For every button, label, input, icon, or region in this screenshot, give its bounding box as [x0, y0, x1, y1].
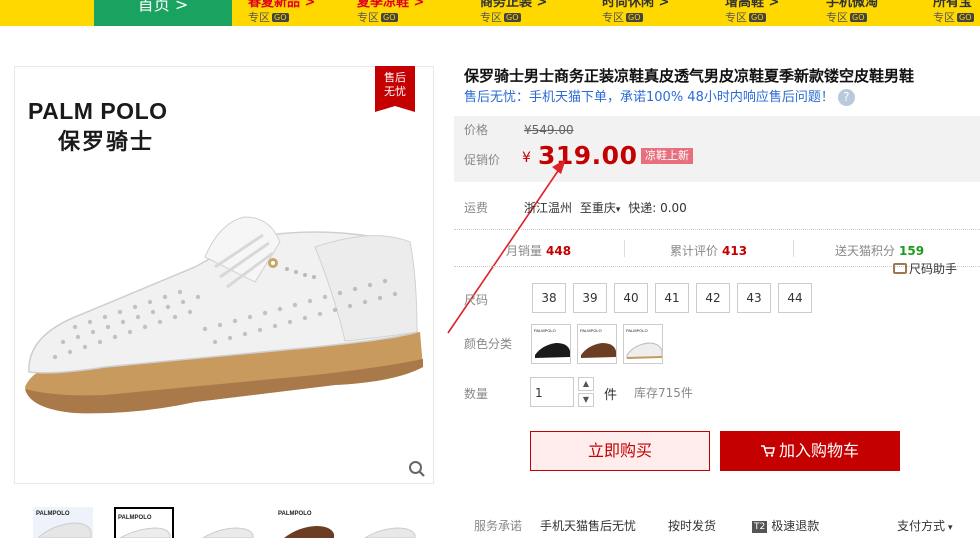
nav-category-mobile[interactable]: 手机微淘 专区 GO [826, 0, 946, 25]
nav-category-business-formal[interactable]: 商务正装 > 专区 GO [480, 0, 600, 25]
add-to-cart-button[interactable]: 加入购物车 [720, 431, 900, 471]
color-label: 颜色分类 [464, 337, 513, 351]
svg-text:PALMPOLO: PALMPOLO [278, 511, 312, 517]
size-label: 尺码 [464, 293, 489, 307]
nav-category-spring-new[interactable]: 春夏新品 > 专区 GO [248, 0, 368, 25]
top-nav-bar: 首页 > 春夏新品 > 专区 GO 夏季凉鞋 > 专区 GO 商务正装 > 专区 GO… [0, 0, 980, 26]
size-option-43[interactable]: 43 [737, 283, 771, 313]
cart-icon [760, 445, 775, 457]
color-option-black[interactable]: PALMPOLO [531, 324, 571, 364]
promise-item[interactable]: 按时发货 [668, 517, 716, 534]
go-badge: GO [272, 13, 289, 22]
go-badge: GO [749, 13, 766, 22]
nav-category-all[interactable]: 所有宝 专区 GO [933, 0, 980, 25]
promise-item[interactable]: 手机天猫售后无忧 [540, 517, 636, 534]
color-option-brown[interactable]: PALMPOLO [577, 324, 617, 364]
divider [624, 240, 625, 257]
nav-category-summer-sandals[interactable]: 夏季凉鞋 > 专区 GO [357, 0, 477, 25]
review-count[interactable]: 累计评价 413 [670, 242, 747, 259]
zoom-icon[interactable] [408, 460, 426, 481]
size-option-44[interactable]: 44 [778, 283, 812, 313]
promise-item[interactable]: T2 极速退款 [752, 517, 819, 534]
tmall-points: 送天猫积分 159 [835, 244, 925, 258]
size-helper-link[interactable]: 尺码助手 [893, 260, 957, 277]
quantity-label: 数量 [464, 387, 489, 401]
thumbnail-5[interactable] [357, 507, 417, 538]
help-icon[interactable]: ? [837, 89, 855, 106]
nav-category-title: 春夏新品 > [248, 0, 316, 10]
thumbnail-3[interactable] [195, 507, 255, 538]
shipping-info: 浙江温州 至重庆▾ 快递: 0.00 [524, 201, 687, 215]
after-sales-badge: 售后 无忧 [375, 66, 415, 112]
product-title: 保罗骑士男士商务正装凉鞋真皮透气男皮凉鞋夏季新款镂空皮鞋男鞋 [464, 67, 915, 85]
go-badge: GO [957, 13, 974, 22]
brand-logo-cn: 保罗骑士 [58, 130, 155, 155]
quantity-decrease-button[interactable]: ▼ [578, 393, 594, 407]
svg-text:PALMPOLO: PALMPOLO [36, 511, 70, 517]
size-option-39[interactable]: 39 [573, 283, 607, 313]
chevron-down-icon: ▾ [948, 523, 953, 533]
svg-text:PALMPOLO: PALMPOLO [626, 328, 648, 333]
size-option-41[interactable]: 41 [655, 283, 689, 313]
go-badge: GO [626, 13, 643, 22]
chevron-down-icon: ▾ [615, 205, 621, 215]
orig-price-label: 价格 [464, 123, 489, 137]
buy-now-button[interactable]: 立即购买 [530, 431, 710, 471]
nav-category-casual[interactable]: 时尚休闲 > 专区 GO [602, 0, 722, 25]
promo-tag: 凉鞋上新 [641, 148, 693, 164]
thumbnail-4[interactable]: PALMPOLO [276, 507, 336, 538]
promise-label: 服务承诺 [474, 519, 523, 533]
product-subtitle: 售后无忧：手机天猫下单，承诺100% 48小时内响应售后问题！? [464, 86, 855, 106]
orig-price: ¥549.00 [524, 123, 574, 137]
quantity-unit: 件 [604, 388, 618, 403]
go-badge: GO [381, 13, 398, 22]
go-badge: GO [504, 13, 521, 22]
size-option-38[interactable]: 38 [532, 283, 566, 313]
quantity-input[interactable]: 1 [530, 377, 574, 407]
thumbnail-1[interactable]: PALMPOLO [33, 507, 93, 538]
size-option-40[interactable]: 40 [614, 283, 648, 313]
divider [793, 240, 794, 257]
t2-badge: T2 [752, 521, 768, 533]
nav-category-title: 手机微淘 [826, 0, 879, 10]
svg-text:PALMPOLO: PALMPOLO [118, 515, 152, 521]
payment-methods-dropdown[interactable]: 支付方式 ▾ [897, 517, 953, 534]
svg-text:PALMPOLO: PALMPOLO [534, 328, 556, 333]
thumbnail-2[interactable]: PALMPOLO [114, 507, 174, 538]
destination-selector[interactable]: 至重庆▾ [580, 201, 621, 215]
ruler-icon [893, 263, 907, 274]
shipping-label: 运费 [464, 201, 489, 215]
nav-home-link[interactable]: 首页 > [94, 0, 232, 26]
nav-category-title: 夏季凉鞋 > [357, 0, 425, 10]
nav-category-title: 商务正装 > [480, 0, 548, 10]
nav-category-title: 所有宝 [933, 0, 973, 10]
brand-logo-en: PALM POLO [28, 98, 168, 124]
monthly-sales: 月销量 448 [506, 244, 572, 258]
size-option-42[interactable]: 42 [696, 283, 730, 313]
nav-category-title: 时尚休闲 > [602, 0, 670, 10]
quantity-increase-button[interactable]: ▲ [578, 377, 594, 391]
svg-text:PALMPOLO: PALMPOLO [580, 328, 602, 333]
go-badge: GO [850, 13, 867, 22]
color-option-white[interactable]: PALMPOLO [623, 324, 663, 364]
stock-count: 库存715件 [634, 386, 693, 400]
